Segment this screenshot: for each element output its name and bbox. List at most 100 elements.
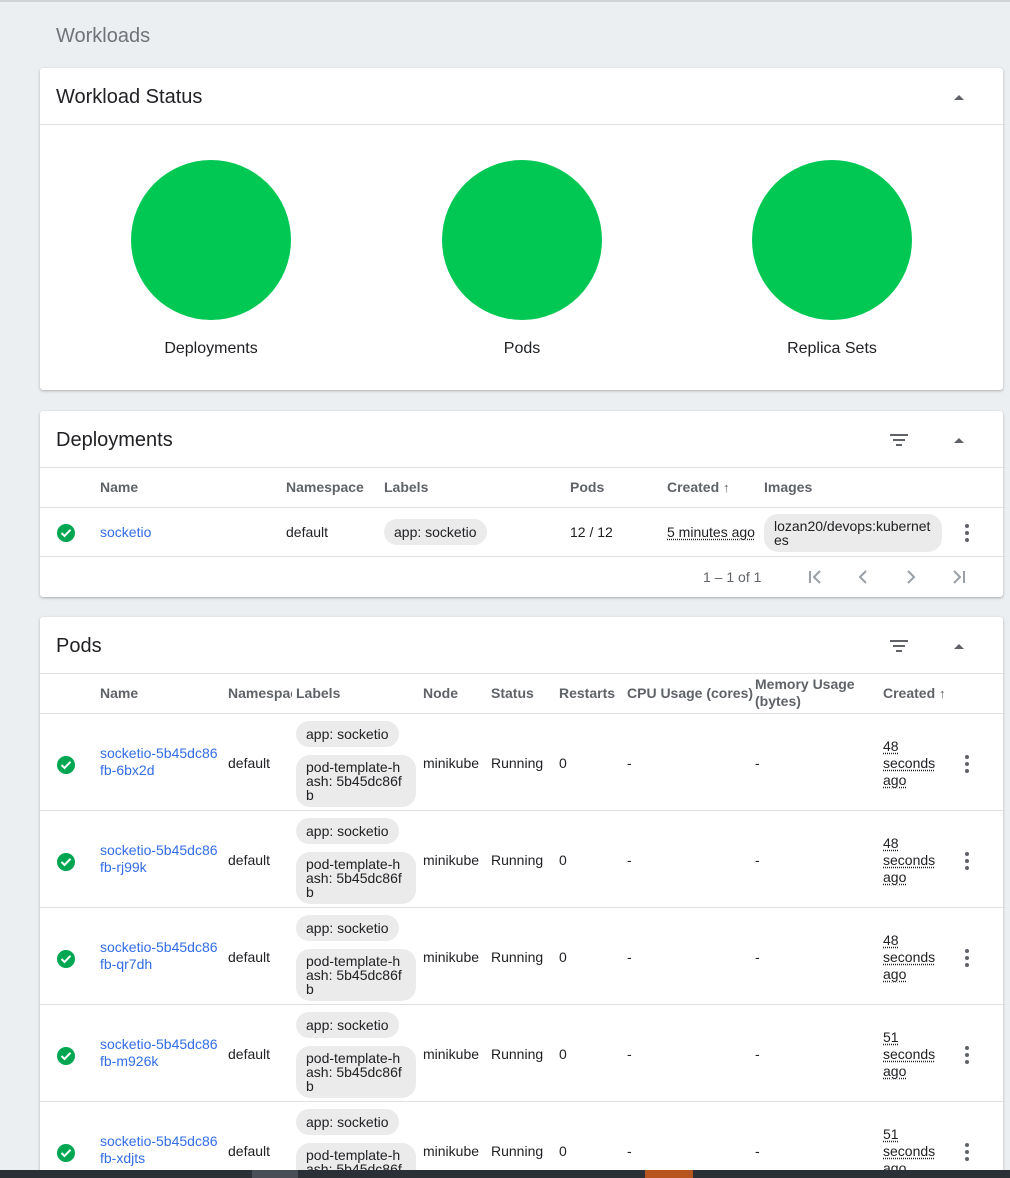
collapse-button[interactable] <box>942 80 976 114</box>
column-header-cpu: CPU Usage (cores) <box>627 685 754 701</box>
status-label: Replica Sets <box>787 340 877 357</box>
cpu-cell: - <box>627 1046 632 1062</box>
more-vert-icon[interactable] <box>957 754 977 774</box>
label-chip: app: socketio <box>296 1109 399 1135</box>
card-title: Pods <box>56 635 102 657</box>
next-page-icon[interactable] <box>901 567 921 587</box>
pod-name-link[interactable]: socketio-5b45dc86fb-6bx2d <box>100 745 220 779</box>
label-chip: pod-template-hash: 5b45dc86fb <box>296 755 416 807</box>
column-header-name[interactable]: Name <box>100 685 138 702</box>
check-circle-icon <box>57 524 75 542</box>
row-divider <box>40 507 1003 508</box>
taskbar-item[interactable] <box>252 1170 298 1178</box>
memory-cell: - <box>755 1143 760 1159</box>
pod-name-link[interactable]: socketio-5b45dc86fb-qr7dh <box>100 939 220 973</box>
column-header-images: Images <box>764 479 813 495</box>
column-header-name[interactable]: Name <box>100 479 138 496</box>
column-header-labels: Labels <box>296 685 341 701</box>
created-cell: 48 seconds ago <box>883 835 936 885</box>
row-divider <box>40 556 1003 557</box>
more-vert-icon[interactable] <box>957 1045 977 1065</box>
last-page-icon[interactable] <box>949 567 969 587</box>
status-pods: Pods <box>442 160 602 358</box>
node-cell: minikube <box>423 1046 480 1062</box>
first-page-icon[interactable] <box>805 567 825 587</box>
page-title: Workloads <box>56 25 151 47</box>
column-header-namespace: Namespace <box>228 685 292 701</box>
pods-card: Pods Name Namespace Labels Node Status R… <box>40 617 1003 1178</box>
check-circle-icon <box>57 756 75 774</box>
status-replica-sets: Replica Sets <box>752 160 912 358</box>
namespace-cell: default <box>228 1143 271 1159</box>
namespace-cell: default <box>228 949 271 965</box>
deployments-card: Deployments Name Namespace Labels Pods C… <box>40 411 1003 597</box>
status-pie-chart <box>131 160 291 320</box>
label-chip: app: socketio <box>384 519 487 545</box>
check-circle-icon <box>57 950 75 968</box>
row-divider <box>40 713 1003 714</box>
status-pie-chart <box>442 160 602 320</box>
card-title: Workload Status <box>56 86 203 108</box>
arrow-up-icon: ↑ <box>723 480 730 495</box>
label-chip: pod-template-hash: 5b45dc86fb <box>296 1046 416 1098</box>
chevron-up-icon <box>954 643 964 649</box>
filter-icon <box>890 434 908 446</box>
column-header-created-label: Created <box>667 479 720 495</box>
pod-name-link[interactable]: socketio-5b45dc86fb-xdjts <box>100 1133 220 1167</box>
collapse-button[interactable] <box>942 629 976 663</box>
status-label: Pods <box>503 340 541 357</box>
memory-cell: - <box>755 1046 760 1062</box>
cpu-cell: - <box>627 1143 632 1159</box>
filter-button[interactable] <box>882 629 916 663</box>
previous-page-icon[interactable] <box>853 567 873 587</box>
row-divider <box>40 907 1003 908</box>
label-chip: app: socketio <box>296 1012 399 1038</box>
check-circle-icon <box>57 1144 75 1162</box>
column-header-namespace: Namespace <box>286 479 364 495</box>
column-header-created[interactable]: Created ↑ <box>883 685 946 702</box>
namespace-cell: default <box>228 1046 271 1062</box>
card-header: Pods <box>40 617 1003 674</box>
pagination-range: 1 – 1 of 1 <box>703 569 762 585</box>
status-cell: Running <box>491 949 544 965</box>
pods-cell: 12 / 12 <box>570 524 613 540</box>
top-border <box>0 0 1010 2</box>
workload-status-card: Workload Status Deployments Pods Replica… <box>40 68 1003 390</box>
check-circle-icon <box>57 853 75 871</box>
column-header-created[interactable]: Created ↑ <box>667 479 730 496</box>
card-title: Deployments <box>56 429 173 451</box>
memory-cell: - <box>755 949 760 965</box>
restarts-cell: 0 <box>559 852 567 868</box>
row-divider <box>40 810 1003 811</box>
memory-cell: - <box>755 755 760 771</box>
restarts-cell: 0 <box>559 1046 567 1062</box>
restarts-cell: 0 <box>559 1143 567 1159</box>
restarts-cell: 0 <box>559 949 567 965</box>
more-vert-icon[interactable] <box>957 1142 977 1162</box>
label-chip: app: socketio <box>296 818 399 844</box>
taskbar-item[interactable] <box>645 1170 693 1178</box>
status-deployments: Deployments <box>131 160 291 358</box>
pod-name-link[interactable]: socketio-5b45dc86fb-m926k <box>100 1036 220 1070</box>
arrow-up-icon: ↑ <box>939 686 946 701</box>
column-header-node: Node <box>423 685 458 701</box>
column-header-memory: Memory Usage (bytes) <box>755 676 855 709</box>
column-header-pods: Pods <box>570 479 605 495</box>
more-vert-icon[interactable] <box>957 851 977 871</box>
cpu-cell: - <box>627 755 632 771</box>
status-pie-chart <box>752 160 912 320</box>
collapse-button[interactable] <box>942 423 976 457</box>
status-cell: Running <box>491 755 544 771</box>
node-cell: minikube <box>423 1143 480 1159</box>
restarts-cell: 0 <box>559 755 567 771</box>
filter-button[interactable] <box>882 423 916 457</box>
namespace-cell: default <box>228 852 271 868</box>
deployment-name-link[interactable]: socketio <box>100 524 151 541</box>
more-vert-icon[interactable] <box>957 523 977 543</box>
check-circle-icon <box>57 1047 75 1065</box>
chevron-up-icon <box>954 94 964 100</box>
more-vert-icon[interactable] <box>957 948 977 968</box>
row-divider <box>40 1101 1003 1102</box>
label-chip: app: socketio <box>296 721 399 747</box>
pod-name-link[interactable]: socketio-5b45dc86fb-rj99k <box>100 842 220 876</box>
